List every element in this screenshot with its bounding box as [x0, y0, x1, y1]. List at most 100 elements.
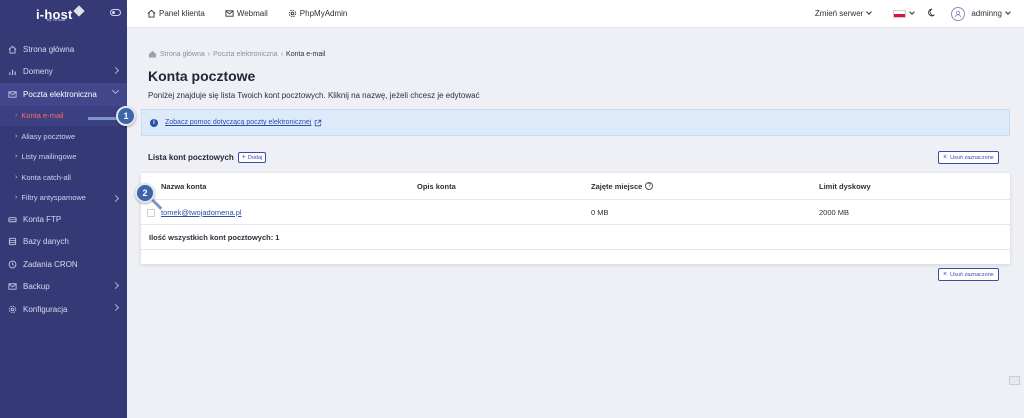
sidebar-subitem-mailing-lists[interactable]: › Listy mailingowe [0, 147, 127, 168]
annotation-badge-1: 1 [116, 106, 136, 126]
sidebar-subitem-spam-filters[interactable]: › Filtry antyspamowe [0, 188, 127, 209]
sidebar-item-databases[interactable]: Bazy danych [0, 231, 127, 254]
help-info-box: i Zobacz pomoc dotyczącą poczty elektron… [141, 109, 1010, 136]
logo-cube-icon [72, 5, 85, 17]
language-dropdown[interactable] [893, 9, 916, 18]
info-icon: i [150, 118, 158, 127]
gear-icon [8, 305, 17, 314]
arrow-right-icon: › [15, 153, 18, 161]
column-header-used[interactable]: Zajęte miejsce ? [591, 181, 654, 191]
clock-icon [8, 260, 17, 269]
sidebar-subitem-email-accounts[interactable]: › Konta e-mail [0, 105, 127, 126]
annotation-badge-2: 2 [135, 183, 155, 203]
gear-icon [288, 9, 297, 18]
logo[interactable]: i-host by Ya host [0, 0, 127, 28]
account-email-link[interactable]: tomek@twojadomena.pl [161, 208, 242, 217]
breadcrumb: Strona główna › Poczta elektroniczna › K… [148, 50, 325, 58]
external-link-icon[interactable] [314, 119, 322, 127]
logo-subtitle: by Ya host [47, 17, 66, 22]
home-icon [147, 9, 156, 18]
section-title: Lista kont pocztowych + Dodaj [148, 152, 267, 163]
breadcrumb-home-icon[interactable] [148, 50, 157, 58]
avatar-icon [951, 6, 966, 21]
chevron-right-icon [111, 194, 120, 202]
question-icon[interactable]: ? [645, 182, 654, 190]
sidebar-item-cron[interactable]: Zadania CRON [0, 253, 127, 276]
arrow-right-icon: › [15, 112, 18, 120]
chevron-down-icon [1005, 9, 1011, 15]
user-menu[interactable]: adminng [951, 6, 1011, 21]
sidebar-item-home[interactable]: Strona główna [0, 38, 127, 61]
help-link[interactable]: Zobacz pomoc dotyczącą poczty elektronic… [165, 119, 311, 126]
sidebar-item-ftp[interactable]: Konta FTP [0, 208, 127, 231]
add-button-label: Dodaj [247, 154, 263, 161]
sidebar-item-configuration[interactable]: Konfiguracja [0, 298, 127, 321]
sidebar-item-label: Zadania CRON [23, 259, 78, 269]
top-link-webmail[interactable]: Webmail [225, 9, 268, 18]
chevron-right-icon [111, 281, 120, 289]
page-title: Konta pocztowe [148, 68, 256, 84]
backup-icon [8, 282, 17, 291]
change-server-dropdown[interactable]: Zmień serwer [815, 9, 873, 18]
chevron-right-icon [111, 66, 120, 74]
top-bar: Panel klienta Webmail PhpMyAdmin Zmień s… [127, 0, 1024, 28]
sidebar-item-domains[interactable]: Domeny [0, 61, 127, 84]
chevron-down-icon [111, 86, 120, 95]
table-row: tomek@twojadomena.pl 0 MB 2000 MB [141, 201, 1010, 225]
top-link-label: PhpMyAdmin [299, 9, 348, 18]
close-icon: × [943, 154, 948, 161]
sidebar-item-email[interactable]: Poczta elektroniczna [0, 83, 127, 106]
image-placeholder-icon [1009, 376, 1020, 385]
mail-icon [225, 9, 234, 18]
sidebar-item-label: Bazy danych [23, 237, 69, 247]
breadcrumb-item-email[interactable]: Poczta elektroniczna [213, 51, 278, 58]
sidebar-subitem-aliases[interactable]: › Aliasy pocztowe [0, 126, 127, 147]
database-icon [8, 237, 17, 246]
page-description: Poniżej znajduje się lista Twoich kont p… [148, 91, 480, 100]
row-checkbox[interactable] [147, 209, 155, 217]
sidebar-subitem-catch-all[interactable]: › Konta catch-all [0, 167, 127, 188]
sidebar-nav: Strona główna Domeny Poczta elektroniczn… [0, 38, 127, 321]
sidebar-item-label: Konta FTP [23, 214, 62, 224]
arrow-right-icon: › [15, 173, 18, 181]
sidebar-item-label: Konfiguracja [23, 304, 68, 314]
delete-selected-button-bottom[interactable]: × Usuń zaznaczone [938, 268, 999, 281]
mail-icon [8, 90, 17, 99]
sidebar-item-backup[interactable]: Backup [0, 276, 127, 299]
breadcrumb-item-current: Konta e-mail [286, 50, 326, 58]
moon-icon [928, 8, 937, 19]
breadcrumb-separator: › [280, 50, 284, 58]
sidebar-subitem-label: Listy mailingowe [21, 152, 77, 162]
sidebar-toggle-icon[interactable] [110, 9, 121, 16]
account-used-space: 0 MB [591, 208, 609, 217]
column-header-name[interactable]: Nazwa konta [161, 182, 206, 191]
delete-selected-label: Usuń zaznaczone [950, 271, 994, 278]
delete-selected-button-top[interactable]: × Usuń zaznaczone [938, 151, 999, 164]
sidebar-item-label: Domeny [23, 67, 53, 77]
sidebar-item-label: Backup [23, 282, 50, 292]
chevron-right-icon [111, 303, 120, 312]
section-title-text: Lista kont pocztowych [148, 153, 234, 162]
table-header: Nazwa konta Opis konta Zajęte miejsce ? … [141, 173, 1010, 200]
top-link-phpmyadmin[interactable]: PhpMyAdmin [288, 9, 348, 18]
column-header-description[interactable]: Opis konta [417, 182, 456, 191]
annotation-pointer-1 [88, 117, 118, 120]
breadcrumb-item-home[interactable]: Strona główna [160, 51, 205, 58]
accounts-table-card: Nazwa konta Opis konta Zajęte miejsce ? … [141, 173, 1010, 264]
flag-poland-icon [893, 9, 907, 18]
top-link-label: Panel klienta [159, 9, 205, 18]
sidebar-item-label: Strona główna [23, 44, 75, 54]
column-header-used-label: Zajęte miejsce [591, 181, 643, 191]
top-link-label: Webmail [236, 9, 268, 18]
plus-icon: + [241, 154, 246, 161]
sidebar-subitem-label: Aliasy pocztowe [21, 131, 76, 141]
drive-icon [8, 215, 17, 224]
top-link-client-panel[interactable]: Panel klienta [147, 9, 205, 18]
add-account-button[interactable]: + Dodaj [237, 152, 267, 163]
username: adminng [971, 9, 1002, 18]
account-disk-limit: 2000 MB [819, 208, 850, 217]
breadcrumb-separator: › [207, 50, 211, 58]
column-header-limit[interactable]: Limit dyskowy [819, 182, 871, 191]
theme-toggle[interactable] [928, 8, 937, 19]
sidebar: i-host by Ya host Strona główna Domeny P… [0, 0, 127, 418]
